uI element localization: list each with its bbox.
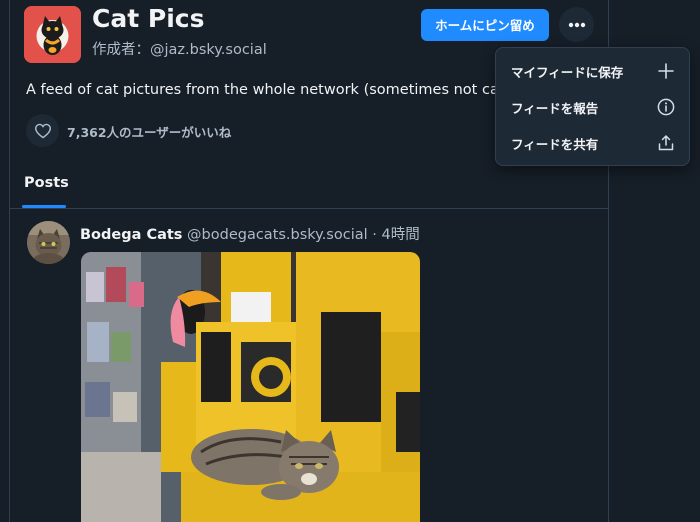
cat-icon: [24, 6, 81, 63]
feed-description: A feed of cat pictures from the whole ne…: [26, 82, 518, 98]
feed-options-menu: マイフィードに保存 フィードを報告 フィードを共有: [495, 47, 690, 166]
share-icon: [657, 134, 675, 152]
post-photo: [81, 252, 420, 522]
post-time[interactable]: 4時間: [381, 227, 419, 243]
avatar[interactable]: [27, 221, 70, 264]
like-count[interactable]: 7,362人のユーザーがいいね: [67, 122, 231, 141]
menu-item-label: マイフィードに保存: [511, 64, 624, 80]
cat-icon: [27, 221, 70, 264]
info-icon: [657, 98, 675, 116]
like-feed-button[interactable]: [26, 114, 59, 147]
menu-item-label: フィードを報告: [511, 100, 599, 116]
menu-item-share-feed[interactable]: フィードを共有: [496, 125, 689, 161]
feed-title: Cat Pics: [92, 4, 205, 33]
post-separator: ·: [372, 227, 377, 243]
menu-item-report-feed[interactable]: フィードを報告: [496, 89, 689, 125]
heart-icon: [34, 123, 51, 138]
pin-to-home-button[interactable]: ホームにピン留め: [421, 9, 549, 41]
post-image[interactable]: [81, 252, 420, 522]
menu-item-save-feed[interactable]: マイフィードに保存: [496, 53, 689, 89]
ellipsis-icon: [568, 22, 585, 27]
feed-avatar: [24, 6, 81, 63]
post-header: Bodega Cats @bodegacats.bsky.social · 4時…: [80, 223, 420, 244]
more-options-button[interactable]: [559, 7, 594, 42]
post-author[interactable]: Bodega Cats: [80, 227, 182, 243]
tab-posts[interactable]: Posts: [24, 175, 69, 191]
feed-creator[interactable]: 作成者：@jaz.bsky.social: [92, 38, 267, 59]
menu-item-label: フィードを共有: [511, 136, 599, 152]
post-handle[interactable]: @bodegacats.bsky.social: [187, 227, 368, 243]
tab-divider: [10, 208, 608, 209]
plus-icon: [657, 62, 675, 80]
